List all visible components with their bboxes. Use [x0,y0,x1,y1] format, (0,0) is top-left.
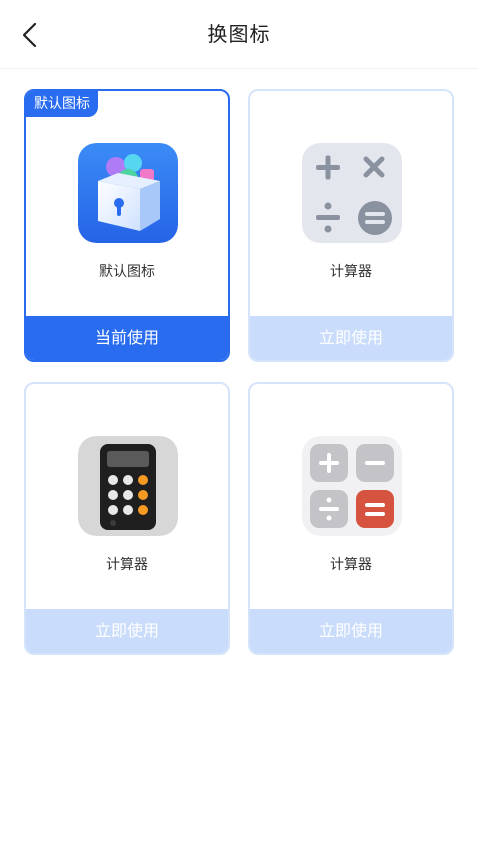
page-title: 换图标 [207,22,271,46]
icon-option-calculator-light[interactable]: 计算器 立即使用 [248,89,454,362]
use-now-button[interactable]: 立即使用 [250,316,452,360]
lock-box-icon [78,143,178,243]
current-use-button[interactable]: 当前使用 [26,316,228,360]
default-badge: 默认图标 [26,91,98,117]
icon-option-default[interactable]: 默认图标 默认图标 当前使用 [24,89,230,362]
icon-option-calculator-dark[interactable]: 计算器 立即使用 [24,382,230,655]
use-now-button[interactable]: 立即使用 [26,609,228,653]
use-now-button[interactable]: 立即使用 [250,609,452,653]
icon-option-calculator-tiles[interactable]: 计算器 立即使用 [248,382,454,655]
icon-option-label: 计算器 [106,557,148,573]
calculator-light-icon [302,143,402,243]
calculator-dark-icon [78,436,178,536]
icon-option-label: 计算器 [330,264,372,280]
calculator-tiles-icon [302,436,402,536]
icon-option-label: 默认图标 [99,264,155,280]
top-bar: 换图标 [0,0,478,69]
icon-option-label: 计算器 [330,557,372,573]
